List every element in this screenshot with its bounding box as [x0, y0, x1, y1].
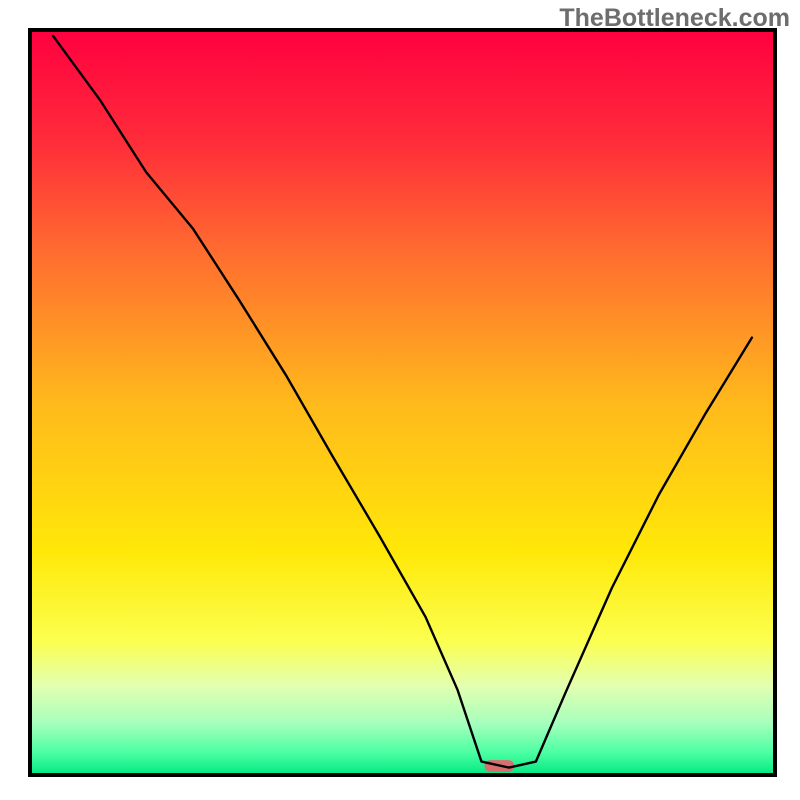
watermark-text: TheBottleneck.com: [559, 4, 790, 33]
plot-background: [30, 30, 775, 775]
chart-svg: [0, 0, 800, 800]
bottleneck-chart: TheBottleneck.com: [0, 0, 800, 800]
